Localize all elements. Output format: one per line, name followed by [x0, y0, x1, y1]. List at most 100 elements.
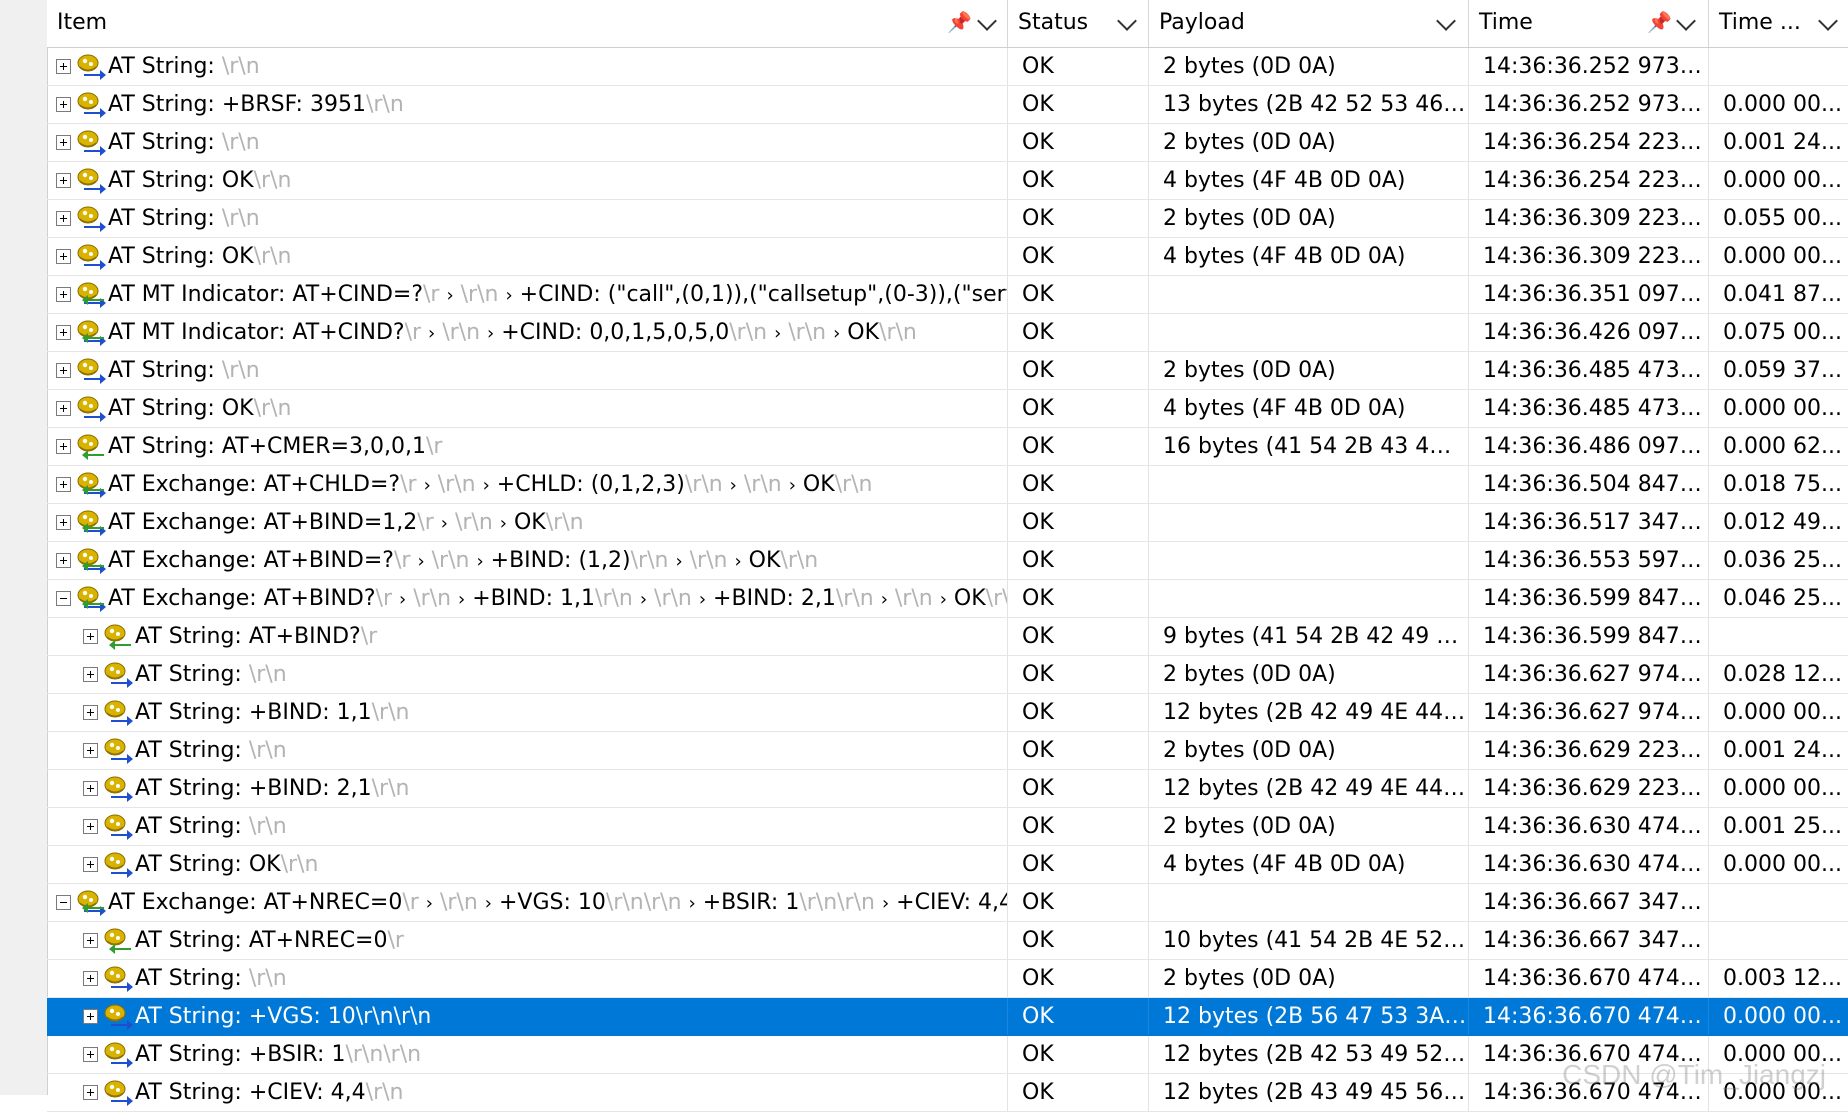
separator-arrow-icon: ›	[698, 589, 707, 610]
packet-list: Item 📌 Status Payload Time 📌 Time ... AT…	[0, 0, 1848, 1112]
at-packet-icon	[76, 53, 106, 81]
expand-icon[interactable]	[83, 1085, 98, 1100]
item-label: AT Exchange: AT+BIND=1,2	[108, 510, 418, 535]
table-row[interactable]: AT Exchange: AT+BIND=1,2\r › \r\n › OK\r…	[47, 504, 1848, 542]
table-row[interactable]: AT String: AT+CMER=3,0,0,1\r OK 16 bytes (…	[47, 428, 1848, 466]
time-cell: 14:36:36.670 474 200	[1469, 998, 1709, 1035]
item-text-segment: +CIND: 0,0,1,5,0,5,0	[494, 320, 730, 345]
time-cell: 14:36:36.599 847 700	[1469, 580, 1709, 617]
table-row[interactable]: AT String: \r\n OK 2 bytes (0D 0A) 14:36:36…	[47, 48, 1848, 86]
table-row[interactable]: AT String: \r\n OK 2 bytes (0D 0A) 14:36:36…	[47, 352, 1848, 390]
expand-icon[interactable]	[56, 401, 71, 416]
control-chars: \r\n	[221, 206, 260, 231]
payload-cell	[1149, 542, 1469, 579]
payload-cell: 2 bytes (0D 0A)	[1149, 808, 1469, 845]
separator-arrow-icon: ›	[446, 285, 454, 306]
table-row[interactable]: AT Exchange: AT+CHLD=?\r › \r\n › +CHLD:…	[47, 466, 1848, 504]
control-chars: \r	[404, 320, 429, 345]
column-header-payload[interactable]: Payload	[1149, 0, 1469, 47]
expand-icon[interactable]	[83, 933, 98, 948]
expand-icon[interactable]	[56, 135, 71, 150]
payload-cell: 2 bytes (0D 0A)	[1149, 732, 1469, 769]
table-row[interactable]: AT String: +BIND: 1,1\r\n OK 12 bytes (2B …	[47, 694, 1848, 732]
chevron-down-icon[interactable]	[1117, 11, 1137, 31]
table-row[interactable]: AT Exchange: AT+BIND?\r › \r\n › +BIND: …	[47, 580, 1848, 618]
payload-cell	[1149, 276, 1469, 313]
table-row[interactable]: AT String: OK\r\n OK 4 bytes (4F 4B 0D 0A)…	[47, 238, 1848, 276]
table-row[interactable]: AT String: AT+BIND?\r OK 9 bytes (41 54 2B…	[47, 618, 1848, 656]
item-cell: AT String: \r\n	[47, 808, 1008, 845]
expand-icon[interactable]	[56, 249, 71, 264]
expand-icon[interactable]	[56, 59, 71, 74]
payload-cell: 12 bytes (2B 42 49 4E 44 3A...	[1149, 770, 1469, 807]
table-row[interactable]: AT String: \r\n OK 2 bytes (0D 0A) 14:36:36…	[47, 732, 1848, 770]
time-cell: 14:36:36.627 974 100	[1469, 656, 1709, 693]
watermark: CSDN @Tim_Jiangzj	[1562, 1059, 1826, 1090]
chevron-down-icon[interactable]	[1676, 11, 1696, 31]
expand-icon[interactable]	[56, 211, 71, 226]
chevron-down-icon[interactable]	[977, 11, 997, 31]
expand-icon[interactable]	[83, 857, 98, 872]
table-row[interactable]: AT String: \r\n OK 2 bytes (0D 0A) 14:36:36…	[47, 200, 1848, 238]
table-row[interactable]: AT String: \r\n OK 2 bytes (0D 0A) 14:36:36…	[47, 960, 1848, 998]
table-row[interactable]: AT MT Indicator: AT+CIND?\r › \r\n › +CI…	[47, 314, 1848, 352]
item-label: AT String: OK	[108, 396, 254, 421]
table-row[interactable]: AT String: \r\n OK 2 bytes (0D 0A) 14:36:36…	[47, 656, 1848, 694]
expand-icon[interactable]	[83, 971, 98, 986]
item-label: AT String: +BRSF: 3951	[108, 92, 366, 117]
at-packet-icon	[76, 319, 106, 347]
expand-icon[interactable]	[83, 629, 98, 644]
collapse-icon[interactable]	[56, 591, 71, 606]
chevron-down-icon[interactable]	[1818, 11, 1838, 31]
expand-icon[interactable]	[56, 363, 71, 378]
table-row[interactable]: AT String: OK\r\n OK 4 bytes (4F 4B 0D 0A)…	[47, 390, 1848, 428]
expand-icon[interactable]	[56, 439, 71, 454]
item-cell: AT String: \r\n	[47, 48, 1008, 85]
control-chars: \r\n	[365, 1080, 404, 1105]
collapse-icon[interactable]	[56, 895, 71, 910]
table-row[interactable]: AT String: \r\n OK 2 bytes (0D 0A) 14:36:36…	[47, 808, 1848, 846]
expand-icon[interactable]	[56, 515, 71, 530]
table-row[interactable]: AT String: AT+NREC=0\r OK 10 bytes (41 54 …	[47, 922, 1848, 960]
table-row[interactable]: AT String: +VGS: 10\r\n\r\n OK 12 bytes (2…	[47, 998, 1848, 1036]
expand-icon[interactable]	[56, 553, 71, 568]
pin-icon[interactable]: 📌	[1647, 10, 1672, 34]
pin-icon[interactable]: 📌	[947, 10, 972, 34]
chevron-down-icon[interactable]	[1436, 11, 1456, 31]
expand-icon[interactable]	[83, 705, 98, 720]
at-packet-icon	[103, 965, 133, 993]
expand-icon[interactable]	[83, 743, 98, 758]
table-row[interactable]: AT String: +BRSF: 3951\r\n OK 13 bytes (2B…	[47, 86, 1848, 124]
item-text-segment: OK	[741, 548, 781, 573]
status-cell: OK	[1008, 694, 1149, 731]
table-row[interactable]: AT Exchange: AT+NREC=0\r › \r\n › +VGS: …	[47, 884, 1848, 922]
table-row[interactable]: AT String: OK\r\n OK 4 bytes (4F 4B 0D 0A)…	[47, 846, 1848, 884]
time-cell: 14:36:36.426 097 300	[1469, 314, 1709, 351]
item-text: AT String: \r\n	[135, 808, 287, 845]
expand-icon[interactable]	[56, 477, 71, 492]
column-header-time[interactable]: Time 📌	[1469, 0, 1709, 47]
expand-icon[interactable]	[83, 1047, 98, 1062]
column-header-item[interactable]: Item 📌	[47, 0, 1008, 47]
column-header-status[interactable]: Status	[1008, 0, 1149, 47]
separator-arrow-icon: ›	[505, 285, 513, 306]
expand-icon[interactable]	[83, 1009, 98, 1024]
status-cell: OK	[1008, 504, 1149, 541]
expand-icon[interactable]	[83, 819, 98, 834]
expand-icon[interactable]	[56, 173, 71, 188]
table-row[interactable]: AT MT Indicator: AT+CIND=?\r › \r\n › +C…	[47, 276, 1848, 314]
table-row[interactable]: AT String: OK\r\n OK 4 bytes (4F 4B 0D 0A)…	[47, 162, 1848, 200]
table-row[interactable]: AT Exchange: AT+BIND=?\r › \r\n › +BIND:…	[47, 542, 1848, 580]
at-packet-icon	[103, 661, 133, 689]
expand-icon[interactable]	[56, 97, 71, 112]
column-header-delta[interactable]: Time ...	[1709, 0, 1848, 47]
control-chars: \r\n	[879, 320, 917, 345]
expand-icon[interactable]	[56, 325, 71, 340]
table-row[interactable]: AT String: +BIND: 2,1\r\n OK 12 bytes (2B …	[47, 770, 1848, 808]
table-row[interactable]: AT String: \r\n OK 2 bytes (0D 0A) 14:36:36…	[47, 124, 1848, 162]
at-packet-icon	[103, 1041, 133, 1069]
expand-icon[interactable]	[83, 667, 98, 682]
expand-icon[interactable]	[83, 781, 98, 796]
expand-icon[interactable]	[56, 287, 71, 302]
control-chars: \r	[425, 434, 443, 459]
